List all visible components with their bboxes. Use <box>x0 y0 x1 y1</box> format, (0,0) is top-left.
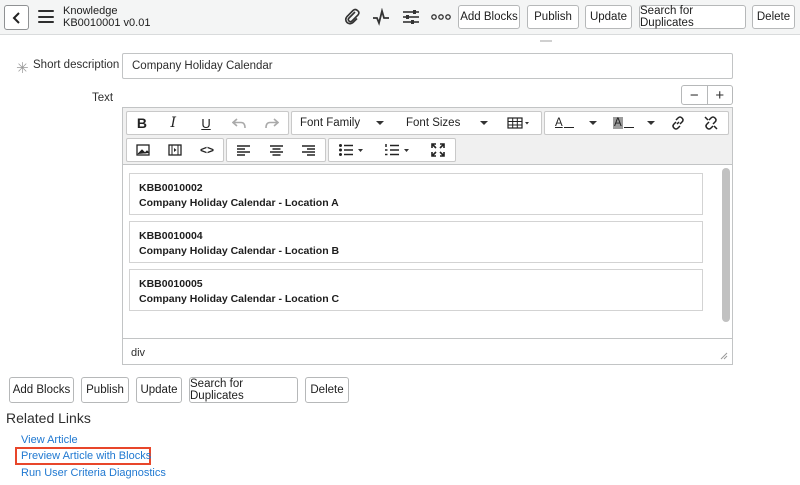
block-number: KBB0010005 <box>139 278 203 290</box>
required-indicator-icon: ✳ <box>16 60 29 77</box>
rich-text-editor: B I U Font Family Font Sizes A A <> KBB0… <box>122 107 733 365</box>
table-button[interactable] <box>496 112 541 134</box>
bullet-list-icon[interactable] <box>329 139 375 161</box>
code-button[interactable]: <> <box>191 139 223 161</box>
undo-icon[interactable] <box>222 112 255 134</box>
add-blocks-button[interactable]: Add Blocks <box>9 377 74 403</box>
back-button[interactable] <box>4 5 29 30</box>
align-left-icon[interactable] <box>227 139 260 161</box>
format-group: B I U <box>126 111 289 135</box>
text-color-button[interactable]: A <box>545 112 603 134</box>
header-delete-button[interactable]: Delete <box>752 5 795 29</box>
header-update-button[interactable]: Update <box>585 5 632 29</box>
numbered-list-icon[interactable] <box>375 139 421 161</box>
run-user-criteria-diagnostics-link[interactable]: Run User Criteria Diagnostics <box>21 467 166 479</box>
editor-content[interactable]: KBB0010002 Company Holiday Calendar - Lo… <box>123 166 732 338</box>
editor-scrollbar[interactable] <box>722 168 730 322</box>
short-description-field[interactable] <box>122 53 733 79</box>
form-header: Knowledge KB0010001 v0.01 Add Blocks Pub… <box>0 0 800 35</box>
publish-button[interactable]: Publish <box>81 377 129 403</box>
background-color-button[interactable]: A <box>603 112 661 134</box>
short-description-label: Short description <box>33 59 120 71</box>
font-sizes-label: Font Sizes <box>406 117 461 129</box>
record-number: KB0010001 v0.01 <box>63 17 151 29</box>
preview-article-with-blocks-link[interactable]: Preview Article with Blocks <box>21 450 151 462</box>
resize-handle-icon[interactable] <box>720 352 728 360</box>
font-sizes-select[interactable]: Font Sizes <box>392 112 496 134</box>
menu-icon[interactable] <box>38 10 54 24</box>
knowledge-block[interactable]: KBB0010005 Company Holiday Calendar - Lo… <box>129 269 703 311</box>
back-icon <box>12 11 20 24</box>
view-article-link[interactable]: View Article <box>21 434 78 446</box>
editor-toolbar: B I U Font Family Font Sizes A A <> <box>123 108 732 165</box>
underline-button[interactable]: U <box>190 112 223 134</box>
table-icon <box>506 117 529 129</box>
form-title: Knowledge <box>63 5 118 17</box>
text-color-icon: A <box>555 117 563 129</box>
element-path[interactable]: div <box>131 347 145 359</box>
align-group <box>226 138 326 162</box>
search-duplicates-button[interactable]: Search for Duplicates <box>189 377 298 403</box>
italic-button[interactable]: I <box>157 112 190 134</box>
block-title: Company Holiday Calendar - Location B <box>139 245 340 257</box>
font-family-label: Font Family <box>300 117 361 129</box>
link-icon[interactable] <box>661 112 694 134</box>
header-search-duplicates-button[interactable]: Search for Duplicates <box>639 5 746 29</box>
more-icon[interactable] <box>431 8 451 26</box>
editor-statusbar: div <box>123 338 732 364</box>
header-add-blocks-button[interactable]: Add Blocks <box>458 5 520 29</box>
delete-button[interactable]: Delete <box>305 377 349 403</box>
block-title: Company Holiday Calendar - Location C <box>139 293 340 305</box>
knowledge-block[interactable]: KBB0010002 Company Holiday Calendar - Lo… <box>129 173 703 215</box>
attachment-icon[interactable] <box>342 8 362 26</box>
scroll-grip <box>540 40 552 42</box>
block-number: KBB0010004 <box>139 230 203 242</box>
knowledge-block[interactable]: KBB0010004 Company Holiday Calendar - Lo… <box>129 221 703 263</box>
unlink-icon[interactable] <box>694 112 727 134</box>
text-label: Text <box>92 92 114 104</box>
insert-image-icon[interactable] <box>127 139 159 161</box>
settings-sliders-icon[interactable] <box>401 8 421 26</box>
insert-video-icon[interactable] <box>159 139 191 161</box>
media-group: <> <box>126 138 224 162</box>
field-size-toggle: − + <box>681 85 733 105</box>
header-publish-button[interactable]: Publish <box>527 5 579 29</box>
align-right-icon[interactable] <box>292 139 325 161</box>
expand-button[interactable]: + <box>706 86 733 104</box>
font-family-select[interactable]: Font Family <box>292 112 392 134</box>
font-group: Font Family Font Sizes <box>291 111 542 135</box>
activity-icon[interactable] <box>371 8 391 26</box>
block-number: KBB0010002 <box>139 182 203 194</box>
fullscreen-icon[interactable] <box>421 139 454 161</box>
collapse-button[interactable]: − <box>682 86 707 104</box>
background-color-icon: A <box>613 117 623 129</box>
list-group <box>328 138 456 162</box>
block-title: Company Holiday Calendar - Location A <box>139 197 339 209</box>
bold-button[interactable]: B <box>127 112 157 134</box>
color-link-group: A A <box>544 111 729 135</box>
redo-icon[interactable] <box>255 112 288 134</box>
related-links-heading: Related Links <box>6 410 91 426</box>
update-button[interactable]: Update <box>136 377 182 403</box>
align-center-icon[interactable] <box>260 139 293 161</box>
